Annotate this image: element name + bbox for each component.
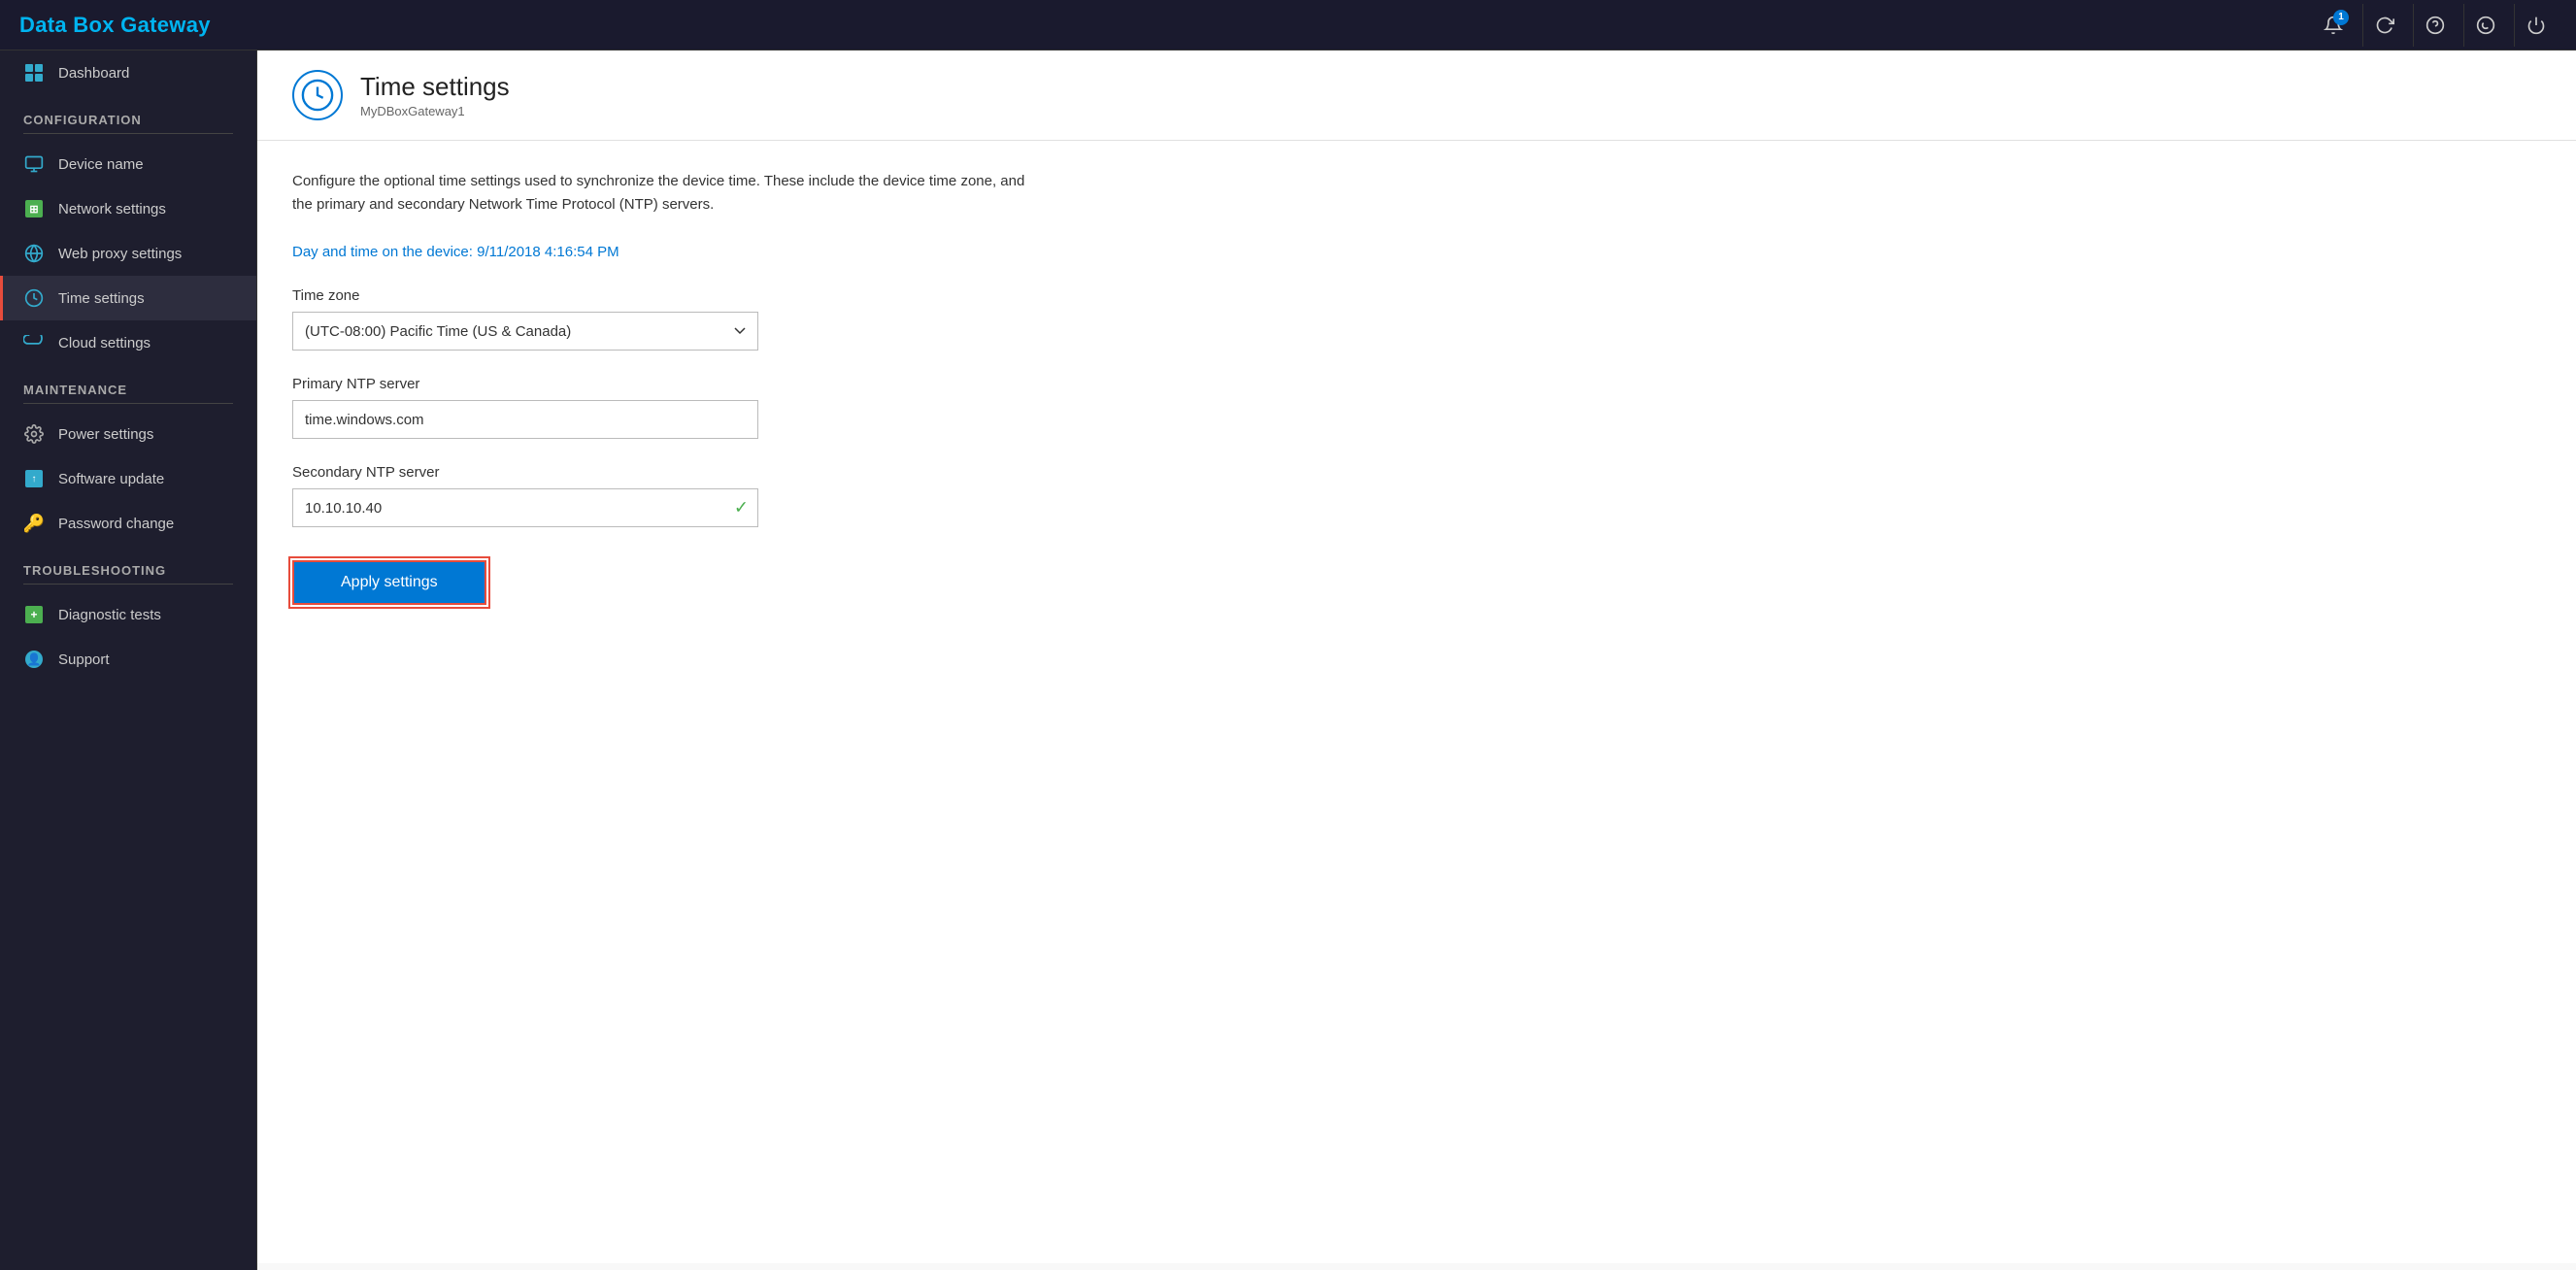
cloud-settings-label: Cloud settings xyxy=(58,335,151,351)
primary-ntp-group: Primary NTP server xyxy=(292,376,2541,439)
page-header-text: Time settings MyDBoxGateway1 xyxy=(360,72,510,118)
device-time: Day and time on the device: 9/11/2018 4:… xyxy=(292,244,2541,260)
sidebar-item-device-name[interactable]: Device name xyxy=(0,142,256,186)
sidebar-item-password-change[interactable]: 🔑 Password change xyxy=(0,501,256,546)
copyright-button[interactable] xyxy=(2463,4,2506,47)
update-icon: ↑ xyxy=(23,468,45,489)
topbar-actions: 1 xyxy=(2312,4,2557,47)
sidebar: Dashboard CONFIGURATION Device name ⊞ Ne… xyxy=(0,50,257,1270)
web-proxy-label: Web proxy settings xyxy=(58,246,182,262)
check-icon: ✓ xyxy=(734,498,749,518)
sidebar-item-network-settings[interactable]: ⊞ Network settings xyxy=(0,186,256,231)
content-body: Configure the optional time settings use… xyxy=(257,141,2576,1263)
device-icon xyxy=(23,153,45,175)
sidebar-item-dashboard[interactable]: Dashboard xyxy=(0,50,256,95)
support-icon: 👤 xyxy=(23,649,45,670)
network-icon: ⊞ xyxy=(23,198,45,219)
primary-ntp-label: Primary NTP server xyxy=(292,376,2541,392)
apply-settings-button[interactable]: Apply settings xyxy=(292,560,486,605)
divider-configuration xyxy=(23,133,233,134)
primary-ntp-input-wrapper xyxy=(292,400,758,439)
page-header: Time settings MyDBoxGateway1 xyxy=(257,50,2576,141)
page-header-icon xyxy=(292,70,343,120)
software-update-label: Software update xyxy=(58,471,164,487)
time-settings-label: Time settings xyxy=(58,290,145,307)
divider-troubleshooting xyxy=(23,584,233,585)
refresh-button[interactable] xyxy=(2362,4,2405,47)
timezone-group: Time zone (UTC-08:00) Pacific Time (US &… xyxy=(292,287,2541,351)
key-icon: 🔑 xyxy=(23,513,45,534)
main-content: Time settings MyDBoxGateway1 Configure t… xyxy=(257,50,2576,1270)
sidebar-item-power-settings[interactable]: Power settings xyxy=(0,412,256,456)
diagnostic-tests-label: Diagnostic tests xyxy=(58,607,161,623)
section-label-configuration: CONFIGURATION xyxy=(0,95,256,133)
secondary-ntp-group: Secondary NTP server ✓ xyxy=(292,464,2541,527)
sidebar-dashboard-label: Dashboard xyxy=(58,65,129,82)
notification-badge: 1 xyxy=(2333,10,2349,25)
timezone-label: Time zone xyxy=(292,287,2541,304)
gear-icon xyxy=(23,423,45,445)
sidebar-item-time-settings[interactable]: Time settings xyxy=(0,276,256,320)
sidebar-item-cloud-settings[interactable]: Cloud settings xyxy=(0,320,256,365)
topbar: Data Box Gateway 1 xyxy=(0,0,2576,50)
section-label-troubleshooting: TROUBLESHOOTING xyxy=(0,546,256,584)
clock-icon xyxy=(23,287,45,309)
password-change-label: Password change xyxy=(58,516,174,532)
network-settings-label: Network settings xyxy=(58,201,166,217)
page-title: Time settings xyxy=(360,72,510,102)
timezone-select[interactable]: (UTC-08:00) Pacific Time (US & Canada) xyxy=(292,312,758,351)
power-settings-label: Power settings xyxy=(58,426,153,443)
power-button[interactable] xyxy=(2514,4,2557,47)
app-title: Data Box Gateway xyxy=(19,13,211,38)
secondary-ntp-input[interactable] xyxy=(292,488,758,527)
help-button[interactable] xyxy=(2413,4,2456,47)
sidebar-item-diagnostic-tests[interactable]: + Diagnostic tests xyxy=(0,592,256,637)
divider-maintenance xyxy=(23,403,233,404)
primary-ntp-input[interactable] xyxy=(292,400,758,439)
dashboard-icon xyxy=(23,62,45,84)
support-label: Support xyxy=(58,652,110,668)
cloud-icon xyxy=(23,332,45,353)
section-label-maintenance: MAINTENANCE xyxy=(0,365,256,403)
secondary-ntp-input-wrapper: ✓ xyxy=(292,488,758,527)
diagnostic-icon: + xyxy=(23,604,45,625)
sidebar-item-support[interactable]: 👤 Support xyxy=(0,637,256,682)
device-name-label: Device name xyxy=(58,156,144,173)
description-line1: Configure the optional time settings use… xyxy=(292,170,1030,217)
secondary-ntp-label: Secondary NTP server xyxy=(292,464,2541,481)
page-subtitle: MyDBoxGateway1 xyxy=(360,104,510,118)
globe-icon xyxy=(23,243,45,264)
notification-button[interactable]: 1 xyxy=(2312,4,2355,47)
sidebar-item-software-update[interactable]: ↑ Software update xyxy=(0,456,256,501)
sidebar-item-web-proxy-settings[interactable]: Web proxy settings xyxy=(0,231,256,276)
layout: Dashboard CONFIGURATION Device name ⊞ Ne… xyxy=(0,50,2576,1270)
